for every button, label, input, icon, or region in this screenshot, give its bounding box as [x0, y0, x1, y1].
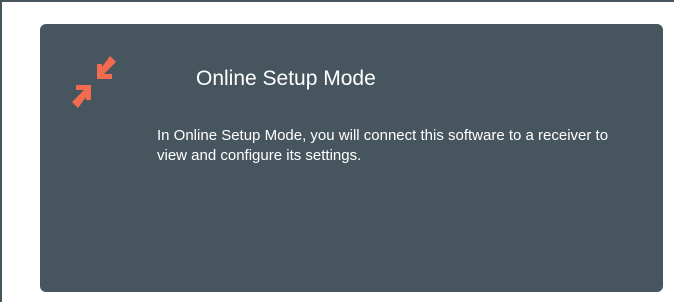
online-setup-mode-card[interactable]: Online Setup Mode In Online Setup Mode, …	[40, 24, 663, 292]
compress-arrows-icon	[64, 52, 124, 112]
card-description: In Online Setup Mode, you will connect t…	[157, 127, 609, 164]
card-title: Online Setup Mode	[196, 67, 376, 90]
window-frame: Online Setup Mode In Online Setup Mode, …	[0, 0, 674, 302]
